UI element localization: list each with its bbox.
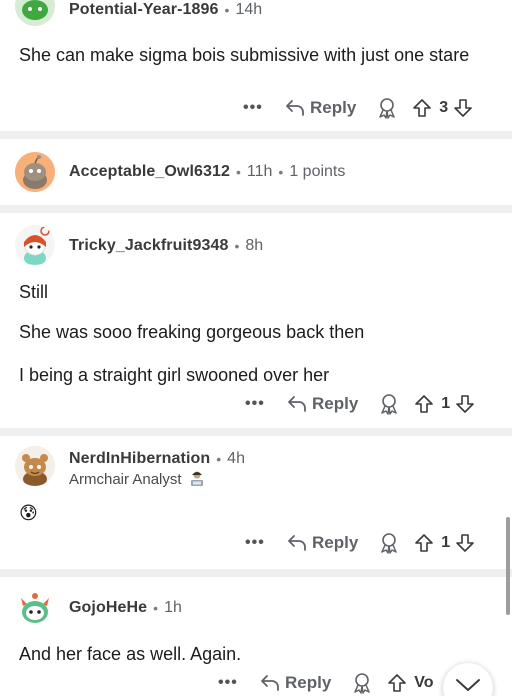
username[interactable]: Tricky_Jackfruit9348 <box>69 237 228 255</box>
vote-score: 3 <box>439 99 449 116</box>
reply-arrow-icon <box>286 100 304 116</box>
comment-meta: Tricky_Jackfruit9348 • 8h <box>69 237 263 255</box>
reply-label: Reply <box>310 98 357 117</box>
comment-4: NerdInHibernation • 4h Armchair Analyst … <box>0 436 512 569</box>
comment-actions: ••• Reply 1 <box>245 529 475 557</box>
vote-label: Vo <box>414 674 434 691</box>
timestamp: 8h <box>245 237 264 254</box>
flair-text: Armchair Analyst <box>69 470 182 488</box>
comment-actions: ••• Reply Vo <box>218 669 439 696</box>
reply-arrow-icon <box>288 535 306 551</box>
points-count: 1 points <box>289 163 346 180</box>
snoo-avatar-icon <box>15 0 55 26</box>
award-button[interactable] <box>378 393 400 415</box>
comment-body-line: I being a straight girl swooned over her <box>19 365 330 385</box>
downvote-icon <box>456 395 475 413</box>
comment-actions: ••• Reply 3 <box>243 94 473 122</box>
comment-actions: ••• Reply 1 <box>245 390 475 418</box>
snoo-avatar-icon <box>15 446 55 486</box>
reply-label: Reply <box>312 533 359 552</box>
snoo-avatar-icon <box>15 152 55 192</box>
vote-score: 1 <box>441 534 451 551</box>
comment-1: Potential-Year-1896 • 14h She can make s… <box>0 0 512 131</box>
comment-2-collapsed[interactable]: Acceptable_Owl6312 • 11h • 1 points <box>0 139 512 205</box>
comment-meta: GojoHeHe • 1h <box>69 599 182 617</box>
comment-body-emoji: 😰 <box>19 503 38 523</box>
timestamp: 11h <box>246 163 273 180</box>
reply-label: Reply <box>312 394 359 413</box>
downvote-button[interactable] <box>453 98 473 118</box>
award-icon <box>381 533 398 554</box>
reply-arrow-icon <box>288 396 306 412</box>
downvote-button[interactable] <box>455 394 475 414</box>
comment-meta: Potential-Year-1896 • 14h <box>69 1 262 19</box>
upvote-button[interactable] <box>414 533 434 553</box>
upvote-icon <box>413 99 432 117</box>
award-button[interactable] <box>376 97 398 119</box>
chevron-down-icon <box>456 679 480 691</box>
comment-3: Tricky_Jackfruit9348 • 8h Still She was … <box>0 213 512 428</box>
timestamp: 14h <box>235 1 263 18</box>
award-button[interactable] <box>351 672 373 694</box>
upvote-icon <box>415 395 434 413</box>
separator-dot: • <box>153 600 159 616</box>
award-button[interactable] <box>378 532 400 554</box>
separator-dot: • <box>224 2 230 18</box>
username[interactable]: Acceptable_Owl6312 <box>69 163 230 181</box>
timestamp: 4h <box>227 450 245 467</box>
downvote-button[interactable] <box>455 533 475 553</box>
avatar[interactable] <box>15 588 55 628</box>
comment-separator <box>0 428 512 436</box>
avatar[interactable] <box>15 0 55 26</box>
comment-meta: Acceptable_Owl6312 • 11h • 1 points <box>69 163 345 181</box>
comment-separator <box>0 569 512 577</box>
reply-button[interactable]: Reply <box>287 533 358 553</box>
comment-5: GojoHeHe • 1h And her face as well. Agai… <box>0 577 512 696</box>
award-icon <box>381 394 398 415</box>
upvote-icon <box>415 534 434 552</box>
upvote-button[interactable] <box>414 394 434 414</box>
avatar[interactable] <box>15 225 55 265</box>
upvote-icon <box>388 674 407 692</box>
more-options-button[interactable]: ••• <box>218 674 258 692</box>
technologist-emoji-icon <box>190 471 203 486</box>
avatar[interactable] <box>15 152 55 192</box>
username[interactable]: Potential-Year-1896 <box>69 1 219 19</box>
separator-dot: • <box>216 451 222 467</box>
separator-dot: • <box>236 164 241 180</box>
comment-separator <box>0 131 512 139</box>
award-icon <box>379 98 396 119</box>
avatar[interactable] <box>15 446 55 486</box>
reply-button[interactable]: Reply <box>287 394 358 414</box>
more-options-button[interactable]: ••• <box>243 99 283 117</box>
downvote-icon <box>456 534 475 552</box>
username[interactable]: NerdInHibernation <box>69 450 210 468</box>
comment-meta: NerdInHibernation • 4h <box>69 450 245 468</box>
snoo-avatar-icon <box>15 225 55 265</box>
comment-body-line: She was sooo freaking gorgeous back then <box>19 322 365 342</box>
more-options-button[interactable]: ••• <box>245 534 285 552</box>
comment-body: And her face as well. Again. <box>19 644 242 664</box>
username[interactable]: GojoHeHe <box>69 599 147 617</box>
award-icon <box>354 673 371 694</box>
user-flair: Armchair Analyst <box>69 470 206 488</box>
comment-separator <box>0 205 512 213</box>
comment-body: She can make sigma bois submissive with … <box>19 45 470 65</box>
separator-dot: • <box>278 164 284 180</box>
more-options-button[interactable]: ••• <box>245 395 285 413</box>
upvote-button[interactable] <box>387 673 407 693</box>
reply-button[interactable]: Reply <box>260 673 331 693</box>
reply-arrow-icon <box>261 675 279 691</box>
reply-label: Reply <box>285 673 332 692</box>
upvote-button[interactable] <box>412 98 432 118</box>
scrollbar[interactable] <box>506 517 510 615</box>
comment-body-line: Still <box>19 282 49 302</box>
separator-dot: • <box>234 238 240 254</box>
snoo-avatar-icon <box>15 588 55 628</box>
reply-button[interactable]: Reply <box>285 98 356 118</box>
vote-score: 1 <box>441 395 451 412</box>
downvote-icon <box>454 99 473 117</box>
timestamp: 1h <box>164 599 182 616</box>
